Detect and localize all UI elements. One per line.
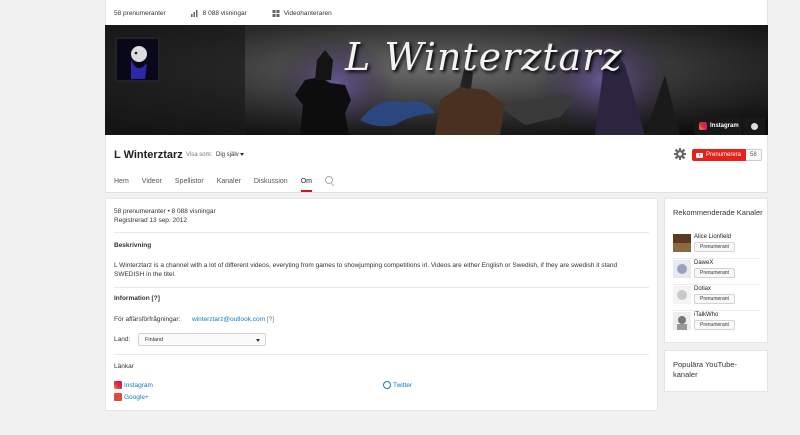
divider [114, 287, 649, 288]
channel-thumbnail[interactable] [673, 234, 691, 252]
recommended-channel: Alice Lionfield Prenumerant [673, 234, 763, 254]
recommended-channel-name[interactable]: DaweX [694, 260, 713, 266]
video-manager-icon [272, 9, 280, 17]
business-email-link[interactable]: winterztarz@outlook.com [?] [192, 316, 274, 323]
tab-kanaler[interactable]: Kanaler [217, 178, 241, 192]
chevron-down-icon [256, 339, 260, 342]
subscribe-button[interactable]: Prenumerant [694, 320, 735, 330]
channel-avatar[interactable] [115, 37, 160, 82]
channel-thumbnail[interactable] [673, 286, 691, 304]
recommended-channel-name[interactable]: Alice Lionfield [694, 234, 731, 240]
subscribe-label-box: Prenumerera [692, 149, 747, 161]
popular-title[interactable]: Populära YouTube-kanaler [673, 360, 758, 380]
business-label: För affärsförfrågningar: [114, 316, 181, 323]
avatar-image [117, 39, 158, 80]
instagram-link[interactable]: Instagram [114, 381, 153, 389]
googleplus-icon [114, 393, 122, 401]
view-as-label: Visa som: [186, 152, 213, 158]
tab-om[interactable]: Om [300, 178, 312, 192]
divider [673, 284, 761, 285]
recommended-channel-name[interactable]: iTalkWho [694, 312, 718, 318]
recommended-channel: Dotiax Prenumerant [673, 286, 763, 306]
channel-description: L Winterztarz is a channel with a lot of… [114, 262, 618, 278]
subscribe-label: Prenumerera [706, 152, 742, 158]
googleplus-link-label: Google+ [124, 393, 149, 401]
subscribe-button[interactable]: Prenumerant [694, 242, 735, 252]
recommended-channel: DaweX Prenumerant [673, 260, 763, 280]
globe-icon [750, 122, 758, 130]
subscribe-button[interactable]: Prenumerant [694, 268, 735, 278]
views-stat[interactable]: 8 088 visningar [190, 9, 247, 17]
chevron-down-icon[interactable] [240, 153, 244, 156]
twitter-link-label: Twitter [393, 381, 413, 389]
business-help-link[interactable]: [?] [267, 316, 274, 323]
business-email[interactable]: winterztarz@outlook.com [192, 316, 265, 323]
view-as-dropdown[interactable]: Dig själv [216, 152, 239, 158]
subscriber-count-badge: 58 [746, 149, 762, 161]
tab-hem[interactable]: Hem [114, 178, 129, 192]
youtube-logo-icon [696, 152, 703, 158]
country-select[interactable]: Finland [138, 333, 266, 346]
tab-videor[interactable]: Videor [142, 178, 162, 192]
channel-stats-bar: 58 prenumeranter 8 088 visningar Videoha… [105, 0, 768, 27]
subscribers-count: 58 prenumeranter [114, 9, 166, 17]
channel-thumbnail[interactable] [673, 260, 691, 278]
info-heading: Information [?] [114, 295, 160, 302]
instagram-icon [114, 381, 122, 389]
links-heading: Länkar [114, 363, 134, 370]
about-panel: 58 prenumeranter • 8 088 visningar Regis… [105, 198, 658, 411]
popular-channels: Populära YouTube-kanaler [664, 350, 768, 392]
instagram-icon [699, 122, 707, 130]
googleplus-link[interactable]: Google+ [114, 393, 149, 401]
recommended-channels: Rekommenderade Kanaler Alice Lionfield P… [664, 198, 768, 343]
country-value: Finland [145, 336, 164, 343]
description-heading: Beskrivning [114, 242, 152, 249]
divider [114, 354, 649, 355]
twitter-link[interactable]: Twitter [383, 381, 412, 389]
subscribers-stat[interactable]: 58 prenumeranter [114, 10, 166, 17]
recommended-channel: iTalkWho Prenumerant [673, 312, 763, 332]
tab-diskussion[interactable]: Diskussion [254, 178, 288, 192]
globe-icon [383, 381, 391, 389]
gear-icon[interactable] [674, 148, 686, 160]
channel-name[interactable]: L Winterztarz [114, 149, 183, 161]
divider [114, 232, 649, 233]
bar-chart-icon [190, 9, 198, 17]
video-manager-label: Videohanteraren [283, 9, 332, 17]
subscribe-button[interactable]: Prenumerera 58 [692, 149, 762, 161]
country-label: Land: [114, 336, 131, 343]
tab-spellistor[interactable]: Spellistor [175, 178, 204, 192]
about-registered: Registrerad 13 sep. 2012 [114, 217, 187, 224]
channel-thumbnail[interactable] [673, 312, 691, 330]
channel-tabs: Hem Videor Spellistor Kanaler Diskussion… [114, 176, 333, 192]
banner-instagram-link[interactable]: Instagram [694, 117, 742, 135]
channel-banner: L Winterztarz Instagram [105, 25, 768, 135]
about-stats: 58 prenumeranter • 8 088 visningar [114, 208, 216, 215]
divider [673, 310, 761, 311]
banner-instagram-label: Instagram [710, 123, 739, 129]
video-manager-link[interactable]: Videohanteraren [272, 9, 332, 17]
search-icon[interactable] [324, 176, 333, 184]
subscribe-button[interactable]: Prenumerant [694, 294, 735, 304]
recommended-channel-name[interactable]: Dotiax [694, 286, 711, 292]
recommended-title: Rekommenderade Kanaler [673, 208, 763, 217]
banner-website-link[interactable] [743, 117, 765, 135]
instagram-link-label: Instagram [124, 381, 153, 389]
views-count: 8 088 visningar [202, 9, 247, 17]
divider [673, 258, 761, 259]
banner-title: L Winterztarz [345, 35, 623, 79]
channel-header: L Winterztarz Visa som: Dig själv Prenum… [105, 135, 768, 193]
